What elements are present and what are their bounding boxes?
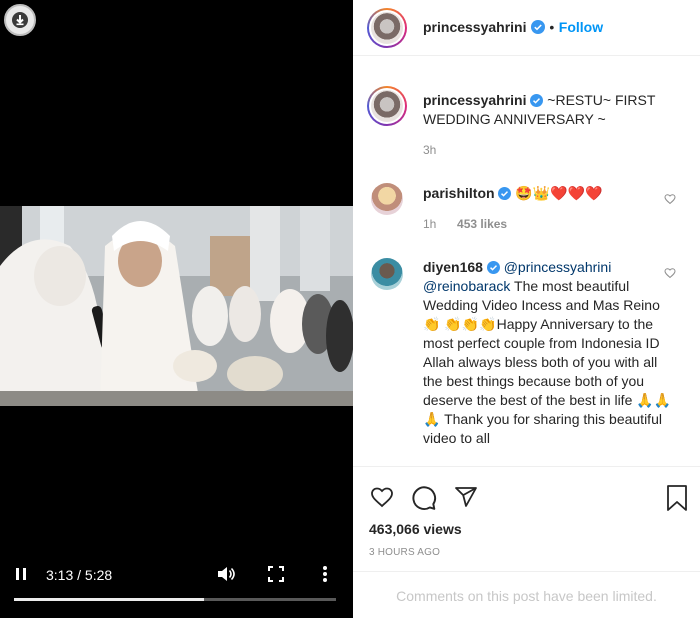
comment-bubble-icon[interactable] xyxy=(411,485,437,511)
post-panel: princessyahrini • Follow princessyahrini… xyxy=(353,0,700,618)
caption: princessyahrini ~RESTU~ FIRST WEDDING AN… xyxy=(423,91,685,157)
volume-button[interactable] xyxy=(216,564,236,589)
header-dot: • xyxy=(549,19,555,35)
avatar[interactable] xyxy=(367,8,407,48)
comment-text: The most beautiful Wedding Video Incess … xyxy=(423,278,672,446)
wedding-scene-image xyxy=(0,206,353,406)
fullscreen-button[interactable] xyxy=(268,566,284,587)
comment-avatar[interactable] xyxy=(371,183,403,215)
follow-button[interactable]: Follow xyxy=(559,19,603,35)
verified-badge-icon xyxy=(530,20,545,34)
comment-mention[interactable]: @princessyahrini xyxy=(504,259,612,275)
download-button[interactable] xyxy=(4,4,36,36)
fullscreen-icon xyxy=(268,566,284,582)
video-frame xyxy=(0,206,353,406)
caption-username[interactable]: princessyahrini xyxy=(423,92,527,108)
caption-time: 3h xyxy=(423,143,437,157)
caption-avatar[interactable] xyxy=(367,86,407,126)
progress-fill xyxy=(14,598,204,601)
time-current: 3:13 xyxy=(46,567,74,583)
comment-likes[interactable]: 453 likes xyxy=(457,217,507,231)
comment-like-heart-icon[interactable] xyxy=(664,267,676,279)
video-controls: 3:13 / 5:28 xyxy=(0,560,353,618)
header-username[interactable]: princessyahrini xyxy=(423,19,527,35)
time-display: 3:13 / 5:28 xyxy=(46,567,112,583)
more-options-button[interactable] xyxy=(320,565,330,588)
volume-icon xyxy=(218,567,235,581)
posted-time[interactable]: 3 HOURS AGO xyxy=(369,547,440,558)
pause-icon xyxy=(16,568,26,580)
more-vertical-icon xyxy=(323,566,327,582)
like-heart-icon[interactable] xyxy=(369,485,395,509)
time-separator: / xyxy=(73,567,85,583)
comment-like-heart-icon[interactable] xyxy=(664,193,676,205)
post-header: princessyahrini • Follow xyxy=(353,0,700,56)
verified-badge-icon xyxy=(486,261,500,274)
time-total: 5:28 xyxy=(84,567,113,583)
pause-button[interactable] xyxy=(14,567,28,586)
progress-bar[interactable] xyxy=(14,598,336,601)
comment-username[interactable]: diyen168 xyxy=(423,259,483,275)
comment-username[interactable]: parishilton xyxy=(423,185,495,201)
comments-limited-notice: Comments on this post have been limited. xyxy=(353,571,700,618)
views-count[interactable]: 463,066 views xyxy=(369,521,462,537)
verified-badge-icon xyxy=(530,94,544,107)
comment-mention[interactable]: @reinobarack xyxy=(423,278,510,294)
video-player[interactable]: 3:13 / 5:28 xyxy=(0,0,353,618)
comments-list[interactable]: princessyahrini ~RESTU~ FIRST WEDDING AN… xyxy=(353,56,700,466)
comment-text: 🤩👑❤️❤️❤️ xyxy=(515,185,603,201)
download-icon xyxy=(12,12,28,28)
bookmark-icon[interactable] xyxy=(665,485,689,511)
share-paper-plane-icon[interactable] xyxy=(453,485,479,509)
comment-time: 1h xyxy=(423,217,437,231)
comment-avatar[interactable] xyxy=(371,258,403,290)
verified-badge-icon xyxy=(498,187,512,200)
post-actions: 463,066 views 3 HOURS AGO Comments on th… xyxy=(353,466,700,618)
